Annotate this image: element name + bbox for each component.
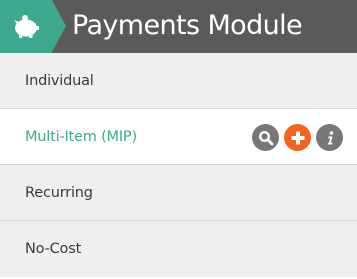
module-title: Payments Module	[72, 10, 303, 41]
info-icon	[327, 130, 333, 144]
module-tab-arrow	[52, 0, 66, 52]
module-icon-tab	[0, 0, 52, 53]
menu-item-label: Recurring	[25, 184, 93, 201]
menu-item-multi-item[interactable]: Multi-Item (MIP)	[0, 109, 357, 165]
info-button[interactable]	[316, 124, 343, 151]
menu-item-label: Individual	[25, 72, 94, 89]
menu-item-individual[interactable]: Individual	[0, 53, 357, 109]
plus-icon	[291, 131, 304, 144]
item-actions	[252, 124, 343, 151]
search-icon	[258, 130, 273, 145]
piggy-bank-icon	[14, 15, 39, 38]
add-button[interactable]	[284, 124, 311, 151]
menu-item-no-cost[interactable]: No-Cost	[0, 221, 357, 277]
menu-item-label: Multi-Item (MIP)	[25, 128, 137, 145]
menu-item-recurring[interactable]: Recurring	[0, 165, 357, 221]
module-header: Payments Module	[0, 0, 357, 53]
menu-item-label: No-Cost	[25, 241, 82, 257]
payments-menu: Individual Multi-Item (MIP) Recurring No…	[0, 53, 357, 277]
search-button[interactable]	[252, 124, 279, 151]
